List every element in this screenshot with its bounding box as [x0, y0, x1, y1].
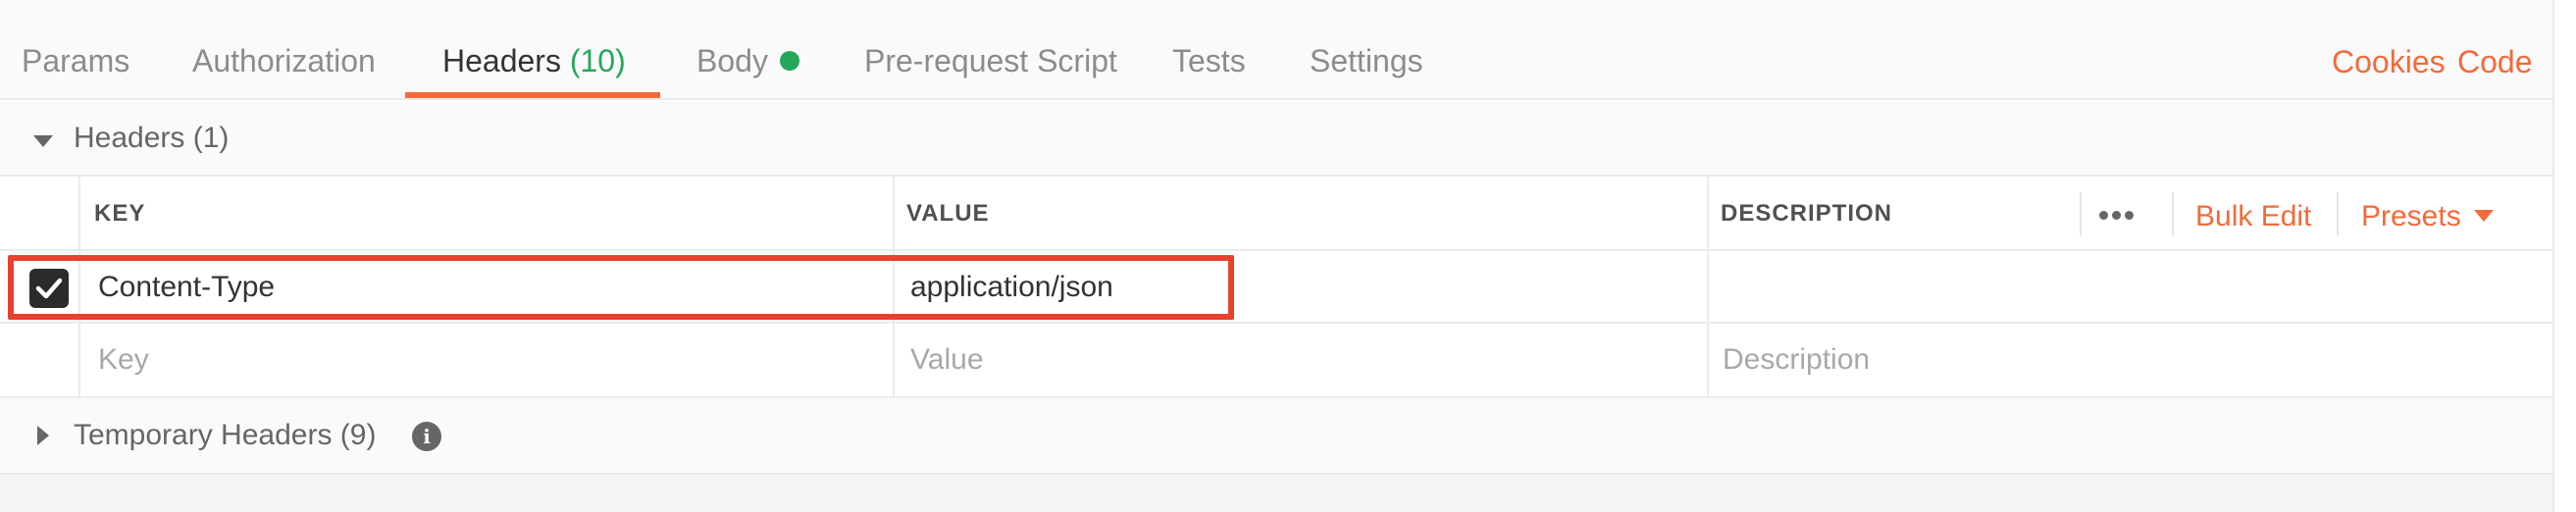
column-header-description: DESCRIPTION — [1721, 200, 1893, 227]
tab-label: Params — [22, 43, 130, 78]
column-header-value: VALUE — [906, 200, 990, 227]
caret-down-icon — [33, 135, 53, 147]
tab-label: Body — [696, 43, 768, 78]
tab-params[interactable]: Params — [22, 8, 129, 98]
header-description-cell[interactable] — [1723, 251, 2547, 324]
tab-label: Authorization — [192, 43, 376, 78]
new-key-input[interactable]: Key — [98, 324, 149, 396]
presets-button[interactable]: Presets — [2361, 175, 2461, 249]
new-description-input[interactable]: Description — [1723, 324, 1870, 396]
scrollbar[interactable] — [2552, 0, 2576, 512]
tab-label: Pre-request Script — [864, 43, 1117, 78]
tab-headers[interactable]: Headers (10) — [442, 8, 626, 98]
tab-pre-request-script[interactable]: Pre-request Script — [864, 8, 1117, 98]
highlight-box — [8, 255, 1234, 320]
action-separator — [2172, 192, 2174, 235]
info-icon[interactable]: i — [412, 422, 441, 451]
tab-label: Settings — [1310, 43, 1423, 78]
bulk-edit-button[interactable]: Bulk Edit — [2195, 175, 2311, 249]
temporary-headers-toggle[interactable]: Temporary Headers (9) — [0, 398, 2552, 473]
tab-tests[interactable]: Tests — [1172, 8, 1246, 98]
code-link[interactable]: Code — [2457, 8, 2533, 98]
bottom-panel — [0, 473, 2552, 512]
table-row-new: Key Value Description — [0, 324, 2552, 396]
column-header-key: KEY — [94, 200, 146, 227]
caret-right-icon — [37, 426, 49, 445]
tab-headers-count: (10) — [569, 43, 626, 78]
headers-section-title: Headers (1) — [74, 122, 230, 154]
tab-body[interactable]: Body — [696, 8, 799, 98]
ellipsis-icon[interactable] — [2099, 175, 2138, 249]
tab-settings[interactable]: Settings — [1310, 8, 1423, 98]
temporary-headers-title: Temporary Headers (9) — [74, 419, 377, 451]
tab-label: Tests — [1172, 43, 1246, 78]
body-status-dot — [779, 50, 799, 71]
table-header-row: KEY VALUE DESCRIPTION — [0, 177, 2552, 251]
action-separator — [2080, 192, 2082, 235]
chevron-down-icon — [2474, 210, 2494, 222]
cookies-link[interactable]: Cookies — [2332, 8, 2446, 98]
action-separator — [2337, 192, 2339, 235]
headers-section-toggle[interactable]: Headers (1) — [0, 102, 2552, 175]
request-editor: Params Authorization Headers (10) Body P… — [0, 0, 2552, 512]
request-tabs: Params Authorization Headers (10) Body P… — [0, 8, 2552, 100]
tab-label: Headers — [442, 43, 561, 78]
new-value-input[interactable]: Value — [910, 324, 984, 396]
tab-authorization[interactable]: Authorization — [192, 8, 376, 98]
active-tab-indicator — [405, 92, 660, 98]
